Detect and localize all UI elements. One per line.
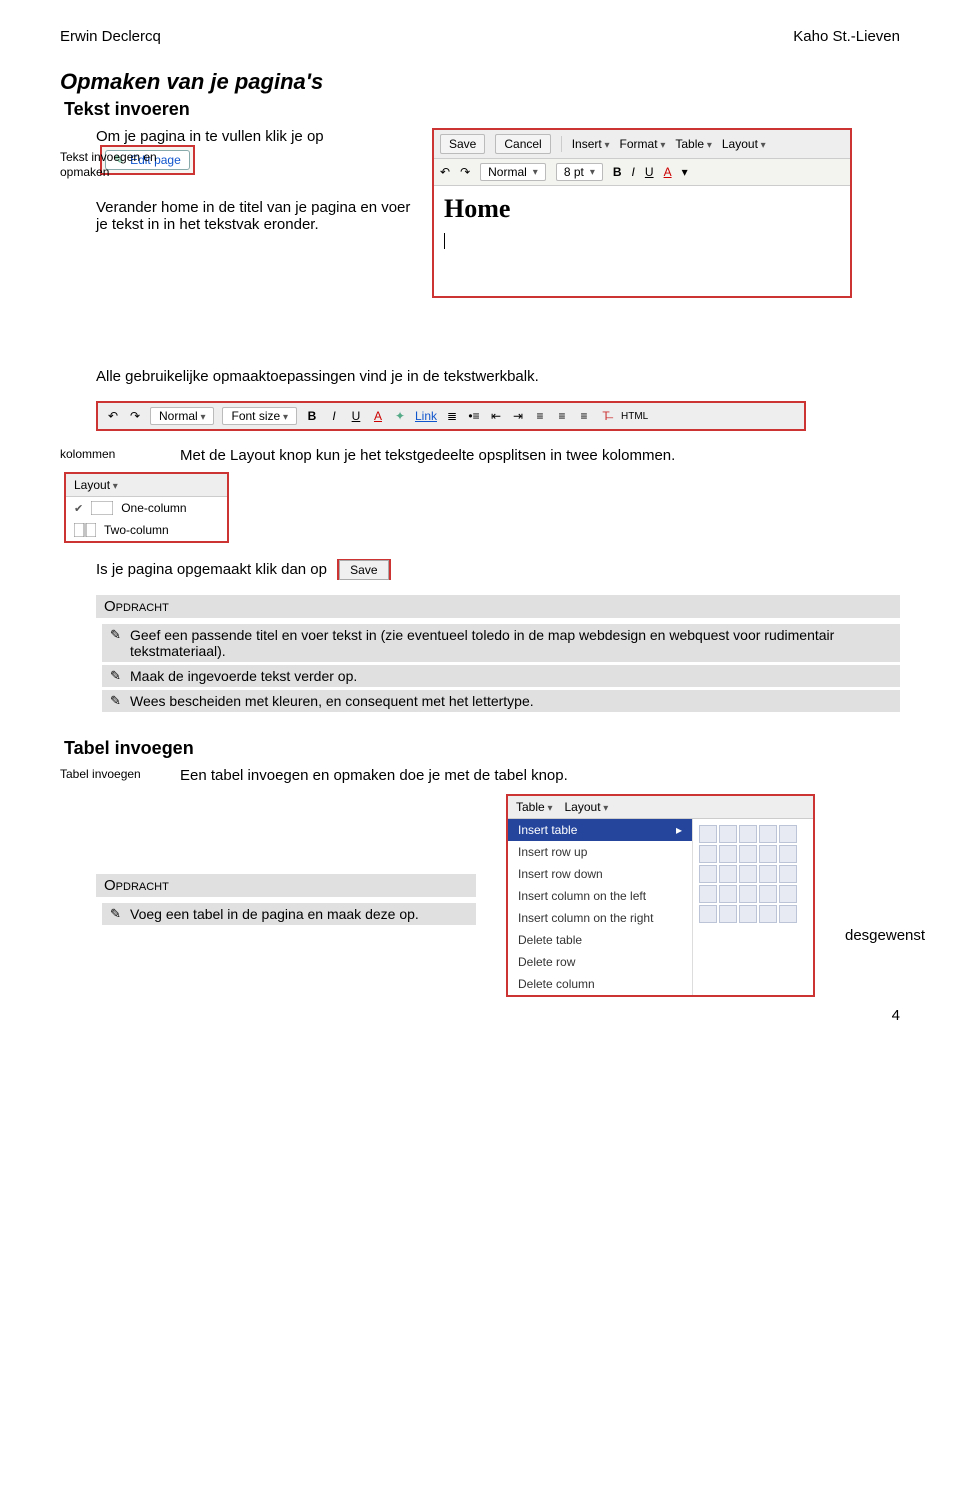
menu-item[interactable]: Insert row down xyxy=(508,863,692,885)
menu-item[interactable]: Delete row xyxy=(508,951,692,973)
author-name: Erwin Declercq xyxy=(60,28,161,45)
style-dropdown[interactable]: Normal xyxy=(480,163,546,181)
trailing-word: desgewenst xyxy=(845,927,925,944)
body-text: Verander home in de titel van je pagina … xyxy=(96,199,416,233)
body-text: Om je pagina in te vullen klik je op xyxy=(96,128,324,145)
text-caret xyxy=(444,233,445,249)
margin-note-tekst-invoegen: Tekst invoegen en opmaken xyxy=(60,150,157,180)
italic-icon[interactable]: I xyxy=(327,409,341,423)
menu-item[interactable]: Insert column on the right xyxy=(508,907,692,929)
body-text: Is je pagina opgemaakt klik dan op xyxy=(96,561,327,578)
list-item: Wees bescheiden met kleuren, en conseque… xyxy=(102,690,900,712)
page-title-input[interactable]: Home xyxy=(444,194,840,224)
chevron-right-icon: ▸ xyxy=(676,823,682,837)
two-column-icon xyxy=(74,523,96,537)
clear-format-icon[interactable]: T̶ xyxy=(599,409,613,423)
insert-table-label: Insert table xyxy=(518,823,577,837)
link-button[interactable]: Link xyxy=(415,409,437,423)
subsection-heading: Tabel invoegen xyxy=(64,738,900,759)
menu-item[interactable]: Delete column xyxy=(508,973,692,995)
page-number: 4 xyxy=(60,1007,900,1024)
menu-item[interactable]: Insert row up xyxy=(508,841,692,863)
bulleted-list-icon[interactable]: •≡ xyxy=(467,409,481,423)
table-menu-button[interactable]: Table xyxy=(516,800,553,814)
underline-icon[interactable]: U xyxy=(645,166,654,178)
two-column-label: Two-column xyxy=(104,523,169,537)
layout-dropdown: Layout One-column Two-column xyxy=(64,472,229,543)
menu-item[interactable]: Insert column on the left xyxy=(508,885,692,907)
save-button-highlight: Save xyxy=(337,559,390,580)
save-button[interactable]: Save xyxy=(440,134,485,154)
subsection-heading: Tekst invoeren xyxy=(64,99,900,120)
one-column-option[interactable]: One-column xyxy=(66,497,227,519)
undo-icon[interactable]: ↶ xyxy=(440,166,450,178)
highlight-icon[interactable]: ✦ xyxy=(393,409,407,423)
text-color-icon[interactable]: A xyxy=(371,409,385,423)
margin-note-tabel: Tabel invoegen xyxy=(60,767,141,782)
align-center-icon[interactable]: ≡ xyxy=(555,409,569,423)
html-button[interactable]: HTML xyxy=(621,411,648,422)
body-text: Met de Layout knop kun je het tekstgedee… xyxy=(180,447,900,464)
assignment-list: Geef een passende titel en voer tekst in… xyxy=(102,624,900,712)
assignment-label: Opdracht xyxy=(96,874,476,897)
underline-icon[interactable]: U xyxy=(349,409,363,423)
section-heading: Opmaken van je pagina's xyxy=(60,69,900,95)
bold-icon[interactable]: B xyxy=(305,409,319,423)
redo-icon[interactable]: ↷ xyxy=(128,409,142,423)
outdent-icon[interactable]: ⇤ xyxy=(489,409,503,423)
editor-preview: Save Cancel Insert Format Table Layout ↶… xyxy=(432,128,852,298)
table-menu[interactable]: Table xyxy=(675,137,712,151)
body-text: Alle gebruikelijke opmaaktoepassingen vi… xyxy=(96,368,900,385)
chevron-down-icon[interactable]: ▾ xyxy=(682,166,688,178)
layout-button[interactable]: Layout xyxy=(66,474,227,497)
one-column-label: One-column xyxy=(121,501,186,515)
style-dropdown[interactable]: Normal xyxy=(150,407,214,425)
list-item: Maak de ingevoerde tekst verder op. xyxy=(102,665,900,687)
bold-icon[interactable]: B xyxy=(613,166,622,178)
assignment-list: Voeg een tabel in de pagina en maak deze… xyxy=(102,903,476,925)
two-column-option[interactable]: Two-column xyxy=(66,519,227,541)
fontsize-dropdown[interactable]: 8 pt xyxy=(556,163,603,181)
italic-icon[interactable]: I xyxy=(632,166,635,178)
margin-note-kolommen: kolommen xyxy=(60,447,115,462)
indent-icon[interactable]: ⇥ xyxy=(511,409,525,423)
align-left-icon[interactable]: ≡ xyxy=(533,409,547,423)
cancel-button[interactable]: Cancel xyxy=(495,134,550,154)
format-menu[interactable]: Format xyxy=(620,137,666,151)
save-button[interactable]: Save xyxy=(339,560,388,580)
assignment-label: Opdracht xyxy=(96,595,900,618)
align-right-icon[interactable]: ≡ xyxy=(577,409,591,423)
table-size-grid[interactable] xyxy=(693,819,813,929)
list-item: Voeg een tabel in de pagina en maak deze… xyxy=(102,903,476,925)
table-menu-dropdown: Table Layout Insert table ▸ Insert row u… xyxy=(506,794,815,997)
insert-table-item[interactable]: Insert table ▸ xyxy=(508,819,692,841)
institution-name: Kaho St.-Lieven xyxy=(793,28,900,45)
undo-icon[interactable]: ↶ xyxy=(106,409,120,423)
body-text: Een tabel invoegen en opmaken doe je met… xyxy=(180,767,900,784)
one-column-icon xyxy=(91,501,113,515)
insert-menu[interactable]: Insert xyxy=(572,137,610,151)
redo-icon[interactable]: ↷ xyxy=(460,166,470,178)
layout-menu-button[interactable]: Layout xyxy=(565,800,609,814)
menu-item[interactable]: Delete table xyxy=(508,929,692,951)
layout-menu[interactable]: Layout xyxy=(722,137,766,151)
full-toolbar: ↶ ↷ Normal Font size B I U A ✦ Link ≣ •≡… xyxy=(96,401,806,431)
fontsize-dropdown[interactable]: Font size xyxy=(222,407,297,425)
text-color-icon[interactable]: A xyxy=(664,166,672,178)
numbered-list-icon[interactable]: ≣ xyxy=(445,409,459,423)
list-item: Geef een passende titel en voer tekst in… xyxy=(102,624,900,662)
